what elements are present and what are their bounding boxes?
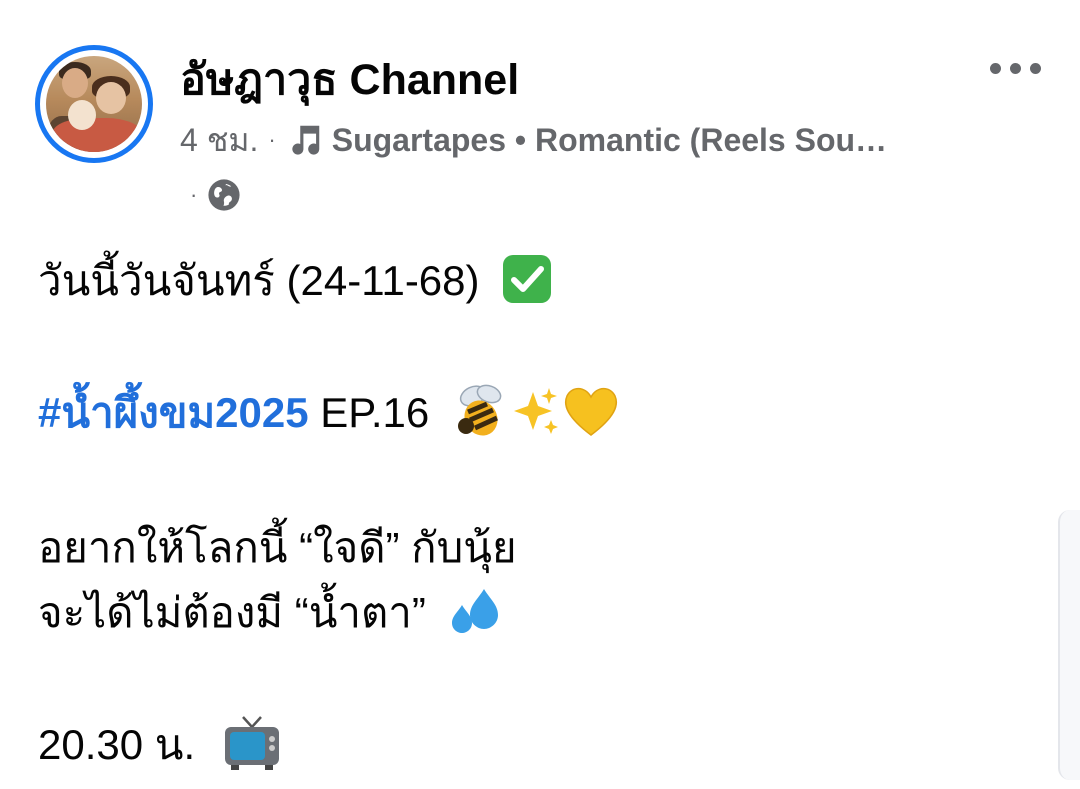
meta-separator: · xyxy=(268,127,276,152)
post-meta: 4 ชม. · Sugartapes • Romantic (Reels Sou… xyxy=(180,118,930,162)
bee-emoji xyxy=(451,382,509,450)
globe-icon[interactable] xyxy=(207,178,241,212)
post-text-line-4: จะได้ไม่ต้องมี “น้ำตา” xyxy=(38,580,504,647)
avatar-photo xyxy=(46,56,142,152)
check-mark-emoji xyxy=(501,253,553,315)
audio-track-link[interactable]: Sugartapes • Romantic (Reels Sou… xyxy=(332,122,887,159)
page-avatar[interactable] xyxy=(35,45,153,163)
music-note-icon xyxy=(286,121,324,159)
page-name[interactable]: อัษฎาวุธ Channel xyxy=(180,45,519,113)
post-text-line-2: #น้ำผึ้งขม2025 EP.16 xyxy=(38,380,619,450)
privacy-row: · xyxy=(190,175,241,215)
episode-text: EP.16 xyxy=(308,389,430,436)
sweat-droplets-emoji xyxy=(448,585,504,647)
post-text-line-3: อยากให้โลกนี้ “ใจดี” กับนุ้ย xyxy=(38,524,517,571)
date-text: วันนี้วันจันทร์ (24-11-68) xyxy=(38,257,480,304)
more-options-icon[interactable] xyxy=(990,60,1050,76)
sparkles-emoji xyxy=(511,386,561,446)
privacy-separator: · xyxy=(190,182,198,207)
post-text-line-1: วันนี้วันจันทร์ (24-11-68) xyxy=(38,248,553,315)
airtime-text: 20.30 น. xyxy=(38,721,196,768)
yellow-heart-emoji xyxy=(563,385,619,447)
right-edge-panel xyxy=(1058,510,1080,780)
hashtag-link[interactable]: #น้ำผึ้งขม2025 xyxy=(38,389,309,436)
television-emoji xyxy=(223,715,281,781)
post-text-line-5: 20.30 น. xyxy=(38,712,281,781)
post-time[interactable]: 4 ชม. xyxy=(180,115,258,166)
tears-text: จะได้ไม่ต้องมี “น้ำตา” xyxy=(38,589,426,636)
